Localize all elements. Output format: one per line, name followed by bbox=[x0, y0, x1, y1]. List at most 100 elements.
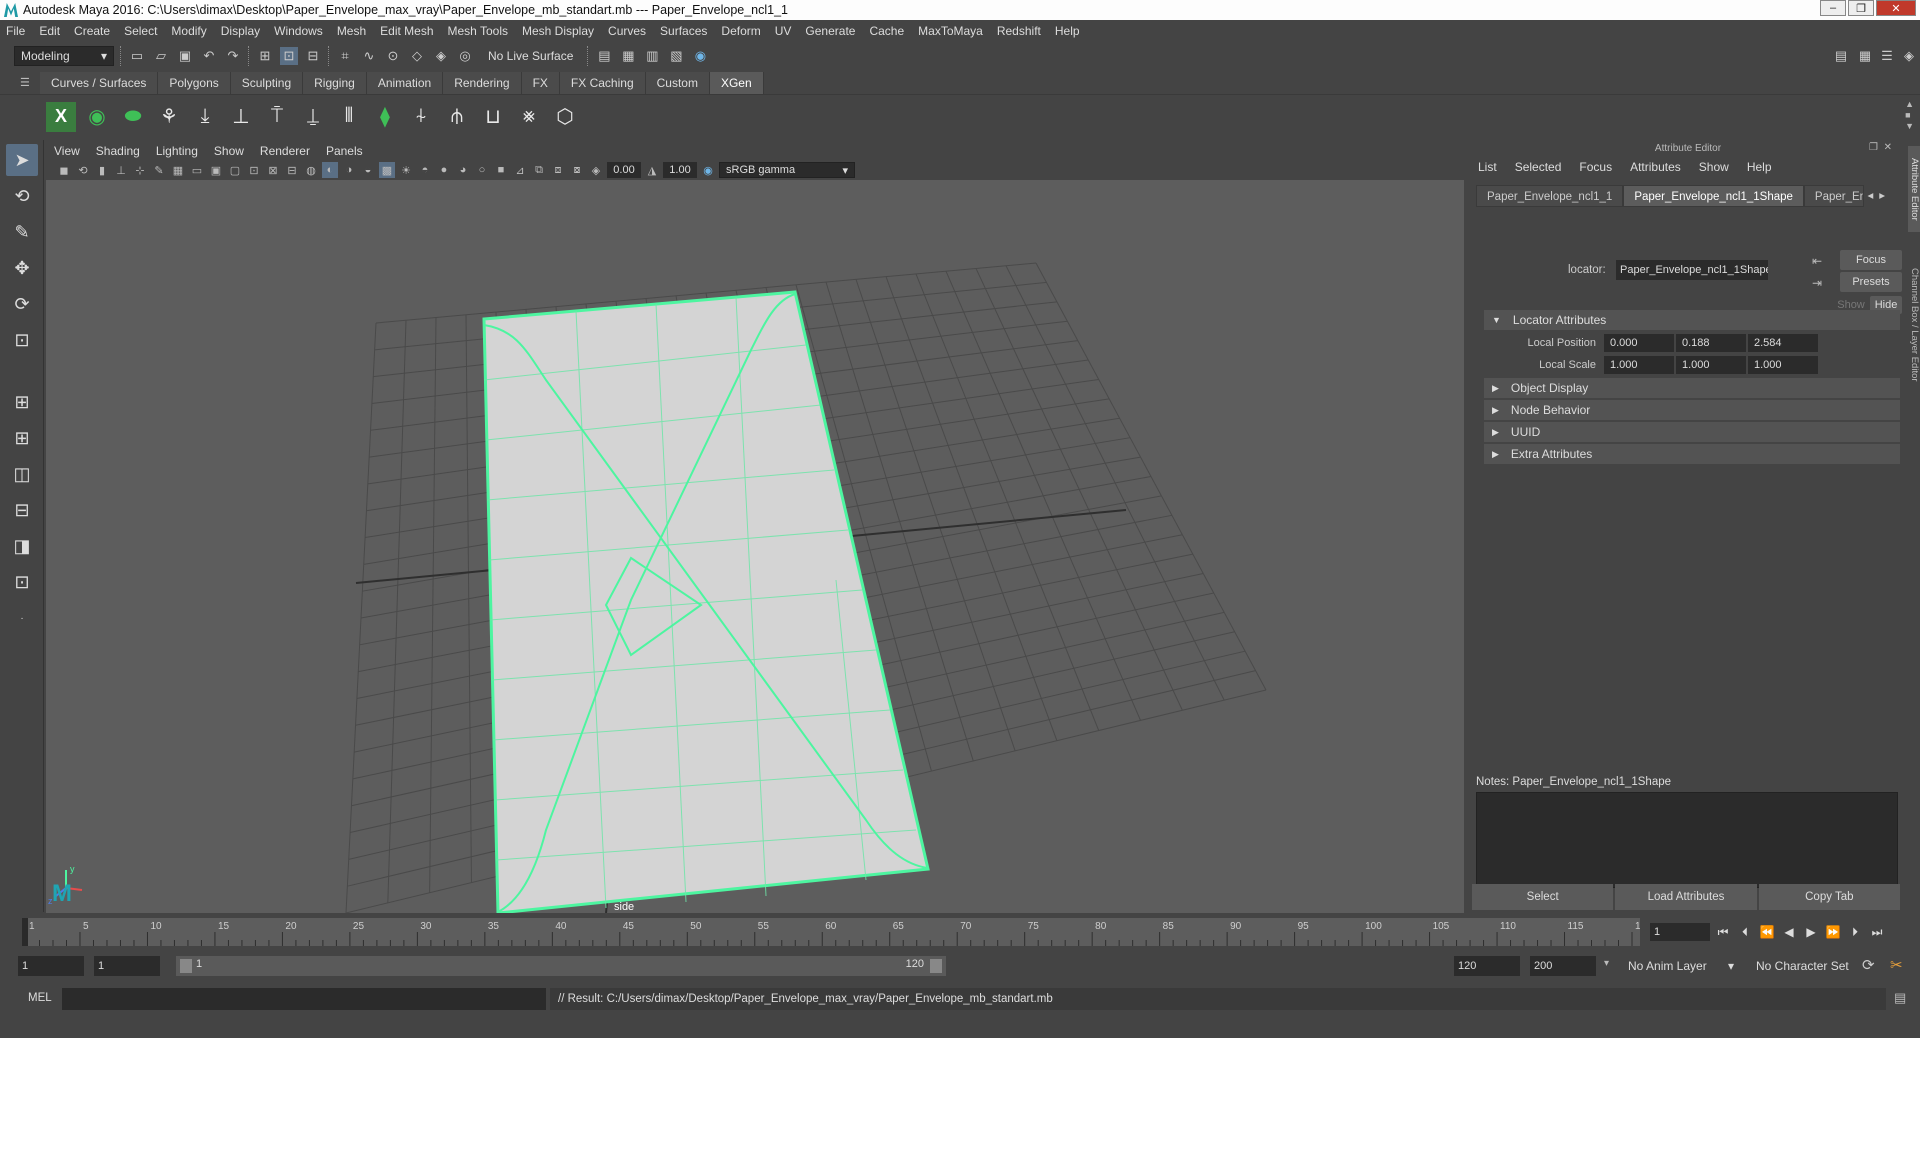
menu-file[interactable]: File bbox=[6, 24, 25, 38]
presets-button[interactable]: Presets bbox=[1840, 272, 1902, 292]
vp-menu-shading[interactable]: Shading bbox=[96, 144, 140, 158]
select-button[interactable]: Select bbox=[1472, 884, 1614, 910]
menu-mesh-tools[interactable]: Mesh Tools bbox=[448, 24, 508, 38]
new-scene-icon[interactable]: ▭ bbox=[128, 47, 146, 65]
color-space-dropdown[interactable]: sRGB gamma ▾ bbox=[719, 162, 855, 178]
menu-modify[interactable]: Modify bbox=[171, 24, 206, 38]
vp-menu-view[interactable]: View bbox=[54, 144, 80, 158]
anim-prefs-icon[interactable]: ✂ bbox=[1890, 956, 1903, 974]
step-forward-icon[interactable]: ⏵ bbox=[1846, 923, 1864, 941]
timeline-track[interactable]: 1 5 10 15 20 25 30 35 40 45 50 55 60 65 70 75 80 85 90 95 10… bbox=[22, 918, 1652, 946]
outliner-icon[interactable]: ☰ bbox=[1878, 47, 1896, 65]
menu-create[interactable]: Create bbox=[74, 24, 110, 38]
range-bar[interactable]: 1 120 bbox=[176, 956, 946, 976]
render-settings-icon[interactable]: ▧ bbox=[667, 47, 685, 65]
single-view-icon[interactable]: ⊞ bbox=[6, 386, 38, 418]
local-position-y[interactable]: 0.188 bbox=[1676, 334, 1746, 352]
close-panel-icon[interactable]: ✕ bbox=[1884, 142, 1892, 153]
default-material-icon[interactable]: ◑ bbox=[341, 162, 357, 178]
go-to-start-icon[interactable]: ⏮ bbox=[1714, 923, 1732, 941]
menu-select[interactable]: Select bbox=[124, 24, 157, 38]
tab-custom[interactable]: Custom bbox=[645, 72, 710, 94]
persp-outliner-icon[interactable]: ◨ bbox=[6, 530, 38, 562]
grease-pencil-icon[interactable]: ✎ bbox=[151, 162, 167, 178]
xray-joints-icon[interactable]: ⧈ bbox=[550, 162, 566, 178]
select-tool-icon[interactable]: ➤ bbox=[6, 144, 38, 176]
color-manage-icon[interactable]: ◉ bbox=[700, 162, 716, 178]
anim-layer-dropdown[interactable]: No Anim Layer ▾ bbox=[1622, 956, 1740, 976]
xgen-hex-icon[interactable]: ⬡ bbox=[550, 102, 580, 132]
snap-point-icon[interactable]: ⊙ bbox=[384, 47, 402, 65]
xgen-length-icon[interactable]: ⊔ bbox=[478, 102, 508, 132]
grid-toggle-icon[interactable]: ▦ bbox=[170, 162, 186, 178]
go-input-icon[interactable]: ⇤ bbox=[1812, 254, 1822, 268]
xgen-density-icon[interactable]: ⫛ bbox=[442, 102, 472, 132]
step-forward-key-icon[interactable]: ⏩ bbox=[1824, 923, 1842, 941]
character-set-dropdown[interactable]: No Character Set bbox=[1750, 956, 1870, 976]
attr-menu-show[interactable]: Show bbox=[1699, 160, 1729, 174]
vp-menu-panels[interactable]: Panels bbox=[326, 144, 363, 158]
exposure-icon[interactable]: ◈ bbox=[588, 162, 604, 178]
section-extra-attributes[interactable]: ▶ Extra Attributes bbox=[1484, 444, 1900, 464]
tab-fx-caching[interactable]: FX Caching bbox=[559, 72, 646, 94]
local-position-x[interactable]: 0.000 bbox=[1604, 334, 1674, 352]
xgen-cut-icon[interactable]: ⍭ bbox=[406, 102, 436, 132]
ipr-render-icon[interactable]: ▥ bbox=[643, 47, 661, 65]
motion-blur-icon[interactable]: ◕ bbox=[455, 162, 471, 178]
xgen-layer-icon[interactable]: ⧫ bbox=[370, 102, 400, 132]
local-position-z[interactable]: 2.584 bbox=[1748, 334, 1818, 352]
play-forwards-icon[interactable]: ▶ bbox=[1802, 923, 1820, 941]
copy-tab-button[interactable]: Copy Tab bbox=[1758, 884, 1900, 910]
anim-end-field[interactable]: 200 bbox=[1530, 956, 1596, 976]
menu-help[interactable]: Help bbox=[1055, 24, 1080, 38]
tab-other-node[interactable]: Paper_Enve bbox=[1803, 185, 1865, 207]
shadows-icon[interactable]: ◓ bbox=[417, 162, 433, 178]
menu-generate[interactable]: Generate bbox=[805, 24, 855, 38]
rotate-tool-icon[interactable]: ⟳ bbox=[6, 288, 38, 320]
menu-cache[interactable]: Cache bbox=[869, 24, 904, 38]
tab-channel-box[interactable]: Channel Box / Layer Editor bbox=[1908, 250, 1920, 400]
persp-hypershade-icon[interactable]: ⊡ bbox=[6, 566, 38, 598]
attr-menu-help[interactable]: Help bbox=[1747, 160, 1772, 174]
menu-display[interactable]: Display bbox=[221, 24, 260, 38]
tab-rigging[interactable]: Rigging bbox=[303, 72, 367, 94]
side-by-side-icon[interactable]: ◫ bbox=[6, 458, 38, 490]
tab-curves-surfaces[interactable]: Curves / Surfaces bbox=[40, 72, 159, 94]
load-attributes-button[interactable]: Load Attributes bbox=[1615, 884, 1757, 910]
play-backwards-icon[interactable]: ◀ bbox=[1780, 923, 1798, 941]
tab-sculpting[interactable]: Sculpting bbox=[230, 72, 304, 94]
current-frame-field[interactable]: 1 bbox=[1650, 923, 1710, 941]
section-node-behavior[interactable]: ▶ Node Behavior bbox=[1484, 400, 1900, 420]
persp-viewport[interactable]: side y z M bbox=[46, 180, 1464, 913]
notes-textarea[interactable] bbox=[1476, 792, 1898, 888]
playback-end-field[interactable]: 120 bbox=[1454, 956, 1520, 976]
save-scene-icon[interactable]: ▣ bbox=[176, 47, 194, 65]
gamma-field[interactable]: 1.00 bbox=[663, 162, 697, 178]
snap-grid-icon[interactable]: ⌗ bbox=[336, 47, 354, 65]
snap-surface-icon[interactable]: ◈ bbox=[432, 47, 450, 65]
playback-start-field[interactable]: 1 bbox=[94, 956, 160, 976]
focus-button[interactable]: Focus bbox=[1840, 250, 1902, 270]
workspace-icon[interactable]: ▤ bbox=[1832, 47, 1850, 65]
anti-alias-icon[interactable]: ○ bbox=[474, 162, 490, 178]
bookmark-icon[interactable]: ▮ bbox=[94, 162, 110, 178]
xray-components-icon[interactable]: ⧇ bbox=[569, 162, 585, 178]
redo-icon[interactable]: ↷ bbox=[224, 47, 242, 65]
screen-space-ao-icon[interactable]: ● bbox=[436, 162, 452, 178]
menu-edit[interactable]: Edit bbox=[39, 24, 60, 38]
range-start-handle[interactable] bbox=[180, 959, 192, 973]
persp-graph-icon[interactable]: ⊟ bbox=[6, 494, 38, 526]
xgen-editor-icon[interactable]: X bbox=[46, 101, 76, 132]
xgen-rebuild-icon[interactable]: ⫴ bbox=[334, 102, 364, 132]
tab-fx[interactable]: FX bbox=[521, 72, 560, 94]
tab-xgen[interactable]: XGen bbox=[709, 72, 764, 94]
gamma-icon[interactable]: ◮ bbox=[644, 162, 660, 178]
step-back-key-icon[interactable]: ⏪ bbox=[1758, 923, 1776, 941]
exposure-field[interactable]: 0.00 bbox=[607, 162, 641, 178]
tab-polygons[interactable]: Polygons bbox=[158, 72, 231, 94]
layout-more-icon[interactable]: · bbox=[6, 602, 38, 634]
select-object-icon[interactable]: ⊡ bbox=[280, 47, 298, 65]
isolate-select-icon[interactable]: ⊿ bbox=[512, 162, 528, 178]
gate-mask-icon[interactable]: ▢ bbox=[227, 162, 243, 178]
smooth-shade-icon[interactable]: ◐ bbox=[322, 162, 338, 178]
